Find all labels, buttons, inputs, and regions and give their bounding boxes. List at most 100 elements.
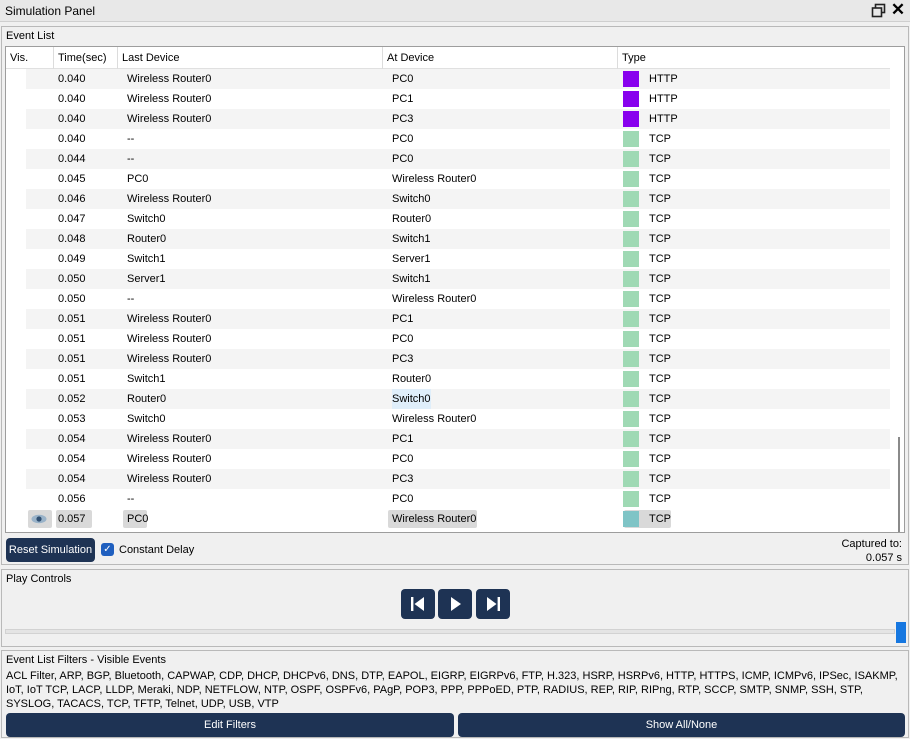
row-type: TCP <box>649 413 671 425</box>
row-last-device: Switch0 <box>127 413 166 425</box>
column-header-time[interactable]: Time(sec) <box>54 47 118 69</box>
edit-filters-button[interactable]: Edit Filters <box>6 713 454 737</box>
row-last-device: Switch0 <box>127 213 166 225</box>
captured-to-label: Captured to: <box>841 538 902 550</box>
row-time: 0.054 <box>58 433 86 445</box>
reset-simulation-button[interactable]: Reset Simulation <box>6 538 95 562</box>
play-controls-label: Play Controls <box>6 573 72 585</box>
table-row[interactable]: 0.049 Switch1 Server1 TCP <box>26 249 890 269</box>
step-forward-button[interactable] <box>476 589 510 619</box>
row-type: TCP <box>649 353 671 365</box>
row-time: 0.051 <box>58 313 86 325</box>
table-row[interactable]: 0.048 Router0 Switch1 TCP <box>26 229 890 249</box>
row-last-device: -- <box>127 493 135 505</box>
row-type: TCP <box>649 273 671 285</box>
table-row[interactable]: 0.044 -- PC0 TCP <box>26 149 890 169</box>
row-last-device: PC0 <box>127 173 149 185</box>
row-at-device: Router0 <box>392 213 432 225</box>
table-row[interactable]: 0.040 Wireless Router0 PC0 HTTP <box>26 69 890 89</box>
table-row[interactable]: 0.051 Wireless Router0 PC0 TCP <box>26 329 890 349</box>
row-type: HTTP <box>649 113 678 125</box>
table-row[interactable]: 0.054 Wireless Router0 PC0 TCP <box>26 449 890 469</box>
row-at-device: Switch0 <box>392 193 431 205</box>
scrollbar-track[interactable] <box>890 69 904 532</box>
packet-color-swatch <box>623 131 639 147</box>
row-at-device: PC0 <box>392 153 414 165</box>
table-row[interactable]: 0.054 Wireless Router0 PC3 TCP <box>26 469 890 489</box>
table-row[interactable]: 0.047 Switch0 Router0 TCP <box>26 209 890 229</box>
table-row[interactable]: 0.050 -- Wireless Router0 TCP <box>26 289 890 309</box>
table-row[interactable]: 0.051 Wireless Router0 PC1 TCP <box>26 309 890 329</box>
row-type: TCP <box>649 233 671 245</box>
row-time: 0.050 <box>58 293 86 305</box>
row-type: HTTP <box>649 73 678 85</box>
column-header-type[interactable]: Type <box>618 47 890 69</box>
table-row[interactable]: 0.051 Wireless Router0 PC3 TCP <box>26 349 890 369</box>
captured-to-value: 0.057 s <box>865 552 902 564</box>
row-type: TCP <box>649 493 671 505</box>
row-type: TCP <box>649 333 671 345</box>
table-row[interactable]: 0.040 Wireless Router0 PC3 HTTP <box>26 109 890 129</box>
row-type: TCP <box>649 293 671 305</box>
row-time: 0.054 <box>58 473 86 485</box>
row-type: TCP <box>649 513 671 525</box>
column-header-vis[interactable]: Vis. <box>6 47 54 69</box>
row-last-device: Wireless Router0 <box>127 93 212 105</box>
table-row[interactable]: 0.057 PC0 Wireless Router0 TCP <box>26 509 890 529</box>
row-at-device: Wireless Router0 <box>392 513 477 525</box>
row-time: 0.056 <box>58 493 86 505</box>
event-list-table[interactable]: Vis. Time(sec) Last Device At Device Typ… <box>5 46 905 533</box>
row-at-device: PC1 <box>392 313 414 325</box>
table-row[interactable]: 0.050 Server1 Switch1 TCP <box>26 269 890 289</box>
table-row[interactable]: 0.054 Wireless Router0 PC1 TCP <box>26 429 890 449</box>
packet-color-swatch <box>623 331 639 347</box>
packet-color-swatch <box>623 511 639 527</box>
event-filters-label: Event List Filters - Visible Events <box>6 654 166 666</box>
row-type: TCP <box>649 193 671 205</box>
row-type: TCP <box>649 393 671 405</box>
scrollbar-thumb[interactable] <box>898 437 900 532</box>
row-time: 0.044 <box>58 153 86 165</box>
table-row[interactable]: 0.052 Router0 Switch0 TCP <box>26 389 890 409</box>
packet-color-swatch <box>623 71 639 87</box>
row-type: TCP <box>649 173 671 185</box>
row-type: TCP <box>649 153 671 165</box>
window-title: Simulation Panel <box>5 4 96 18</box>
table-row[interactable]: 0.046 Wireless Router0 Switch0 TCP <box>26 189 890 209</box>
column-header-last-device[interactable]: Last Device <box>118 47 383 69</box>
row-at-device: PC3 <box>392 113 414 125</box>
step-back-button[interactable] <box>401 589 435 619</box>
row-last-device: Server1 <box>127 273 166 285</box>
row-time: 0.046 <box>58 193 86 205</box>
row-at-device: Switch0 <box>392 389 431 409</box>
table-row[interactable]: 0.051 Switch1 Router0 TCP <box>26 369 890 389</box>
row-time: 0.049 <box>58 253 86 265</box>
play-button[interactable] <box>438 589 472 619</box>
packet-color-swatch <box>623 171 639 187</box>
row-type: TCP <box>649 473 671 485</box>
table-row[interactable]: 0.040 -- PC0 TCP <box>26 129 890 149</box>
row-at-device: Wireless Router0 <box>392 413 477 425</box>
packet-color-swatch <box>623 111 639 127</box>
table-row[interactable]: 0.040 Wireless Router0 PC1 HTTP <box>26 89 890 109</box>
table-row[interactable]: 0.045 PC0 Wireless Router0 TCP <box>26 169 890 189</box>
show-all-none-button[interactable]: Show All/None <box>458 713 905 737</box>
restore-window-icon[interactable] <box>871 3 886 18</box>
playback-speed-slider-thumb[interactable] <box>896 622 906 643</box>
close-icon[interactable]: ✕ <box>890 1 906 18</box>
play-icon <box>451 597 461 611</box>
table-row[interactable]: 0.056 -- PC0 TCP <box>26 489 890 509</box>
constant-delay-label: Constant Delay <box>119 544 195 556</box>
row-last-device: -- <box>127 293 135 305</box>
column-header-at-device[interactable]: At Device <box>383 47 618 69</box>
row-type: TCP <box>649 253 671 265</box>
row-at-device: PC3 <box>392 473 414 485</box>
playback-speed-slider-track[interactable] <box>5 629 895 634</box>
row-time: 0.047 <box>58 213 86 225</box>
row-at-device: Wireless Router0 <box>392 173 477 185</box>
row-last-device: Wireless Router0 <box>127 333 212 345</box>
eye-icon[interactable] <box>31 514 47 524</box>
row-at-device: PC3 <box>392 353 414 365</box>
constant-delay-checkbox[interactable]: ✓ <box>101 543 114 556</box>
table-row[interactable]: 0.053 Switch0 Wireless Router0 TCP <box>26 409 890 429</box>
